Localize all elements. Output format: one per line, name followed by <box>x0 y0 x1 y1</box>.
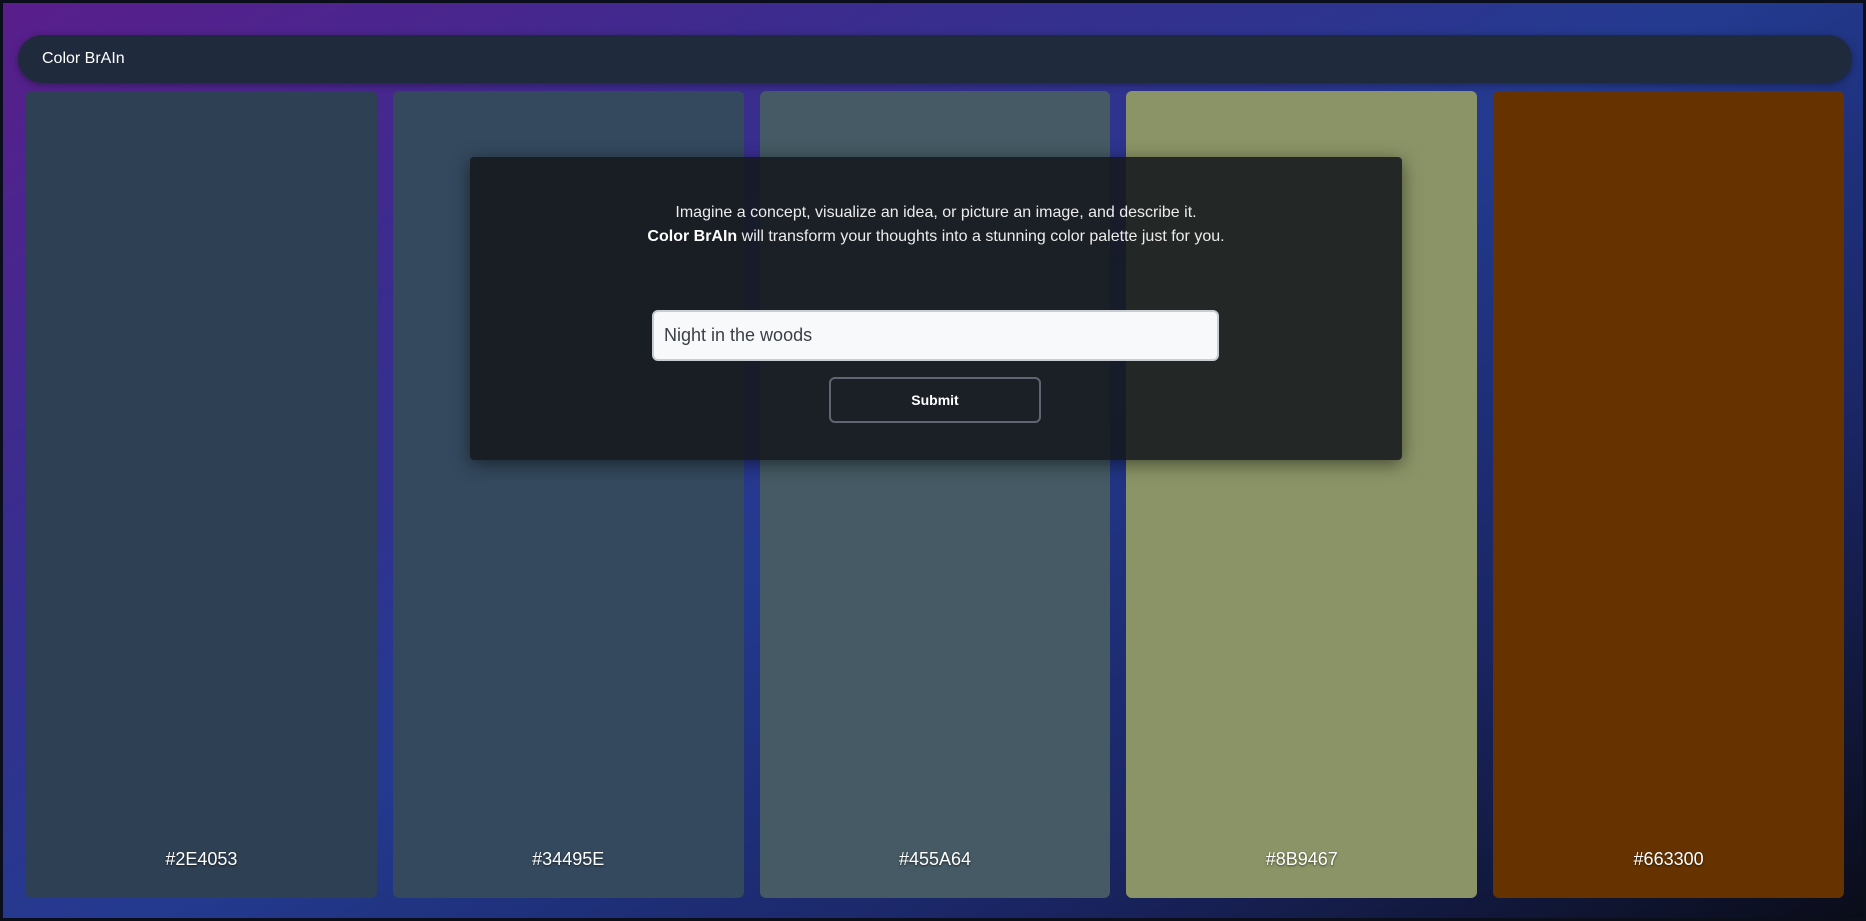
intro-line-2: Color BrAIn will transform your thoughts… <box>470 225 1402 249</box>
swatch-hex-label: #34495E <box>532 849 605 869</box>
swatch-hex-label: #663300 <box>1633 849 1704 869</box>
intro-brand: Color BrAIn <box>647 228 738 245</box>
intro-line-2-rest: will transform your thoughts into a stun… <box>737 228 1225 245</box>
concept-input[interactable] <box>652 310 1219 361</box>
navbar: Color BrAIn <box>18 35 1852 83</box>
color-swatch-1[interactable]: #2E4053 <box>26 91 377 898</box>
intro-line-1: Imagine a concept, visualize an idea, or… <box>675 204 1197 221</box>
brand-title[interactable]: Color BrAIn <box>42 50 125 68</box>
swatch-hex-label: #455A64 <box>898 849 972 869</box>
color-swatch-5[interactable]: #663300 <box>1493 91 1844 898</box>
intro-text: Imagine a concept, visualize an idea, or… <box>470 201 1402 249</box>
prompt-card: Imagine a concept, visualize an idea, or… <box>470 157 1402 460</box>
submit-button[interactable]: Submit <box>829 377 1041 423</box>
swatch-hex-label: #2E4053 <box>165 849 238 869</box>
swatch-hex-label: #8B9467 <box>1265 849 1338 869</box>
